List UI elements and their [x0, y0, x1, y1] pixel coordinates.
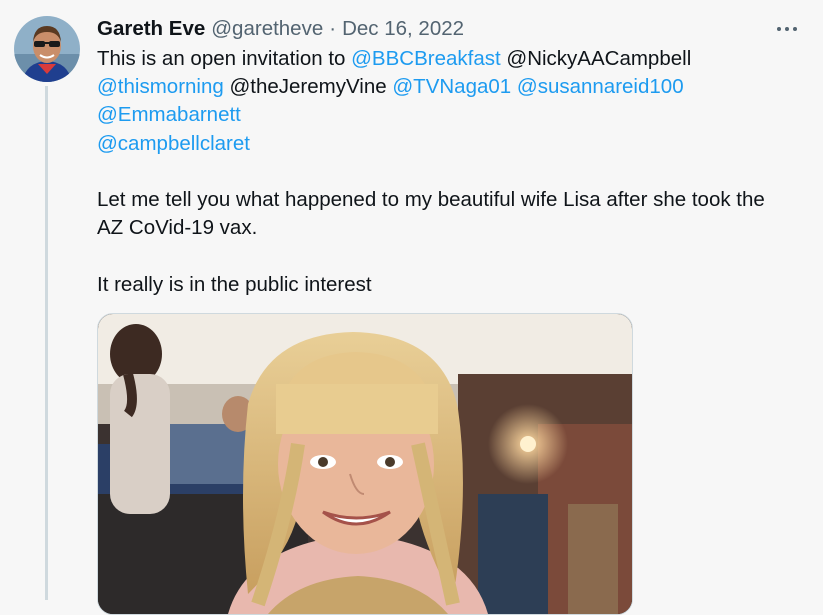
text-line-7: It really is in the public interest	[97, 272, 372, 296]
tweet-text: This is an open invitation to @BBCBreakf…	[97, 45, 797, 299]
separator-dot: ·	[329, 17, 337, 40]
mention-bbcbreakfast[interactable]: @BBCBreakfast	[351, 47, 501, 70]
tweet-photo[interactable]	[97, 313, 633, 615]
tweet-date[interactable]: Dec 16, 2022	[342, 17, 464, 41]
mention-thejeremyvine: @theJeremyVine	[223, 75, 393, 99]
mention-tvnaga01[interactable]: @TVNaga01	[392, 75, 511, 98]
text-line-3: @Emmabarnett	[97, 101, 797, 129]
text-line-6: AZ CoVid-19 vax.	[97, 216, 258, 240]
author-name[interactable]: Gareth Eve	[97, 17, 205, 41]
text-line-4: @campbellclaret	[97, 130, 797, 158]
thread-line	[45, 86, 48, 600]
mention-nickyaacampbell: @NickyAACampbell	[500, 47, 692, 70]
text-fragment: This is an open invitation to	[97, 47, 352, 70]
mention-campbellclaret[interactable]: @campbellclaret	[97, 132, 250, 155]
mention-emmabarnett[interactable]: @Emmabarnett	[97, 103, 241, 126]
author-handle[interactable]: @garetheve	[211, 17, 323, 41]
more-horizontal-icon[interactable]	[772, 18, 802, 40]
mention-susannareid100[interactable]: @susannareid100	[517, 75, 684, 98]
mention-thismorning[interactable]: @thismorning	[97, 75, 224, 98]
text-line-1: This is an open invitation to @BBCBreakf…	[97, 45, 797, 73]
tweet-header: Gareth Eve @garetheve · Dec 16, 2022	[97, 16, 464, 42]
author-avatar[interactable]	[14, 16, 80, 82]
text-line-5: Let me tell you what happened to my beau…	[97, 187, 765, 211]
text-line-2: @thismorning @theJeremyVine @TVNaga01 @s…	[97, 73, 797, 101]
